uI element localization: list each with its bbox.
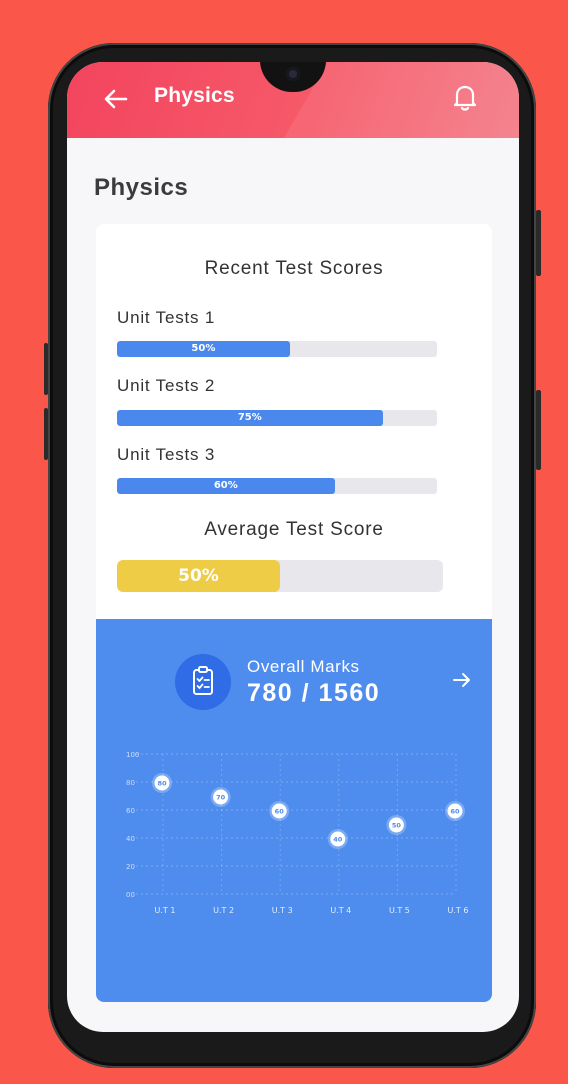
x-tick-label: U.T 4 bbox=[330, 906, 351, 915]
recent-scores-heading: Recent Test Scores bbox=[204, 258, 384, 279]
average-score-heading: Average Test Score bbox=[204, 519, 384, 540]
data-label: 40 bbox=[333, 836, 343, 844]
clipboard-check-icon bbox=[175, 654, 231, 710]
side-button bbox=[536, 390, 541, 470]
data-label: 50 bbox=[392, 822, 402, 830]
header-title: Physics bbox=[154, 84, 235, 107]
x-tick-label: U.T 3 bbox=[272, 906, 293, 915]
overall-marks-panel[interactable]: Overall Marks 780 / 1560 00 20 40 60 80 100 U.… bbox=[96, 619, 492, 1002]
volume-button bbox=[44, 343, 48, 395]
x-tick-label: U.T 2 bbox=[213, 906, 234, 915]
test-progress-fill: 75% bbox=[117, 410, 383, 426]
test-progress-track: 60% bbox=[117, 478, 437, 494]
overall-marks-value: 780 / 1560 bbox=[247, 679, 381, 707]
overall-marks-label: Overall Marks bbox=[247, 657, 360, 676]
y-tick-label: 40 bbox=[126, 835, 135, 843]
x-tick-label: U.T 1 bbox=[155, 906, 176, 915]
data-label: 60 bbox=[275, 808, 285, 816]
arrow-left-icon[interactable] bbox=[101, 84, 131, 114]
page-title: Physics bbox=[94, 174, 189, 201]
test-label: Unit Tests 2 bbox=[117, 376, 216, 395]
power-button bbox=[536, 210, 541, 276]
test-progress-track: 75% bbox=[117, 410, 437, 426]
arrow-right-icon[interactable] bbox=[451, 669, 473, 691]
volume-button bbox=[44, 408, 48, 460]
y-tick-label: 20 bbox=[126, 863, 135, 871]
test-progress-fill: 50% bbox=[117, 341, 290, 357]
average-progress-track: 50% bbox=[117, 560, 443, 592]
y-tick-label: 100 bbox=[126, 751, 139, 759]
y-tick-label: 00 bbox=[126, 891, 135, 899]
bell-icon[interactable] bbox=[451, 82, 479, 112]
test-label: Unit Tests 1 bbox=[117, 308, 216, 327]
test-progress-track: 50% bbox=[117, 341, 437, 357]
data-label: 60 bbox=[450, 808, 460, 816]
data-label: 70 bbox=[216, 794, 226, 802]
data-label: 80 bbox=[157, 780, 167, 788]
screen: Physics Physics Recent Test Scores Unit … bbox=[67, 62, 519, 1032]
y-tick-label: 80 bbox=[126, 779, 135, 787]
average-progress-fill: 50% bbox=[117, 560, 280, 592]
y-tick-label: 60 bbox=[126, 807, 135, 815]
front-camera bbox=[286, 67, 300, 81]
test-label: Unit Tests 3 bbox=[117, 445, 216, 464]
x-tick-label: U.T 5 bbox=[389, 906, 410, 915]
marks-chart: 00 20 40 60 80 100 U.T 1 U.T 2 U.T 3 U.T 4 U.T 5 U.… bbox=[126, 751, 469, 915]
x-tick-label: U.T 6 bbox=[448, 906, 469, 915]
test-progress-fill: 60% bbox=[117, 478, 335, 494]
